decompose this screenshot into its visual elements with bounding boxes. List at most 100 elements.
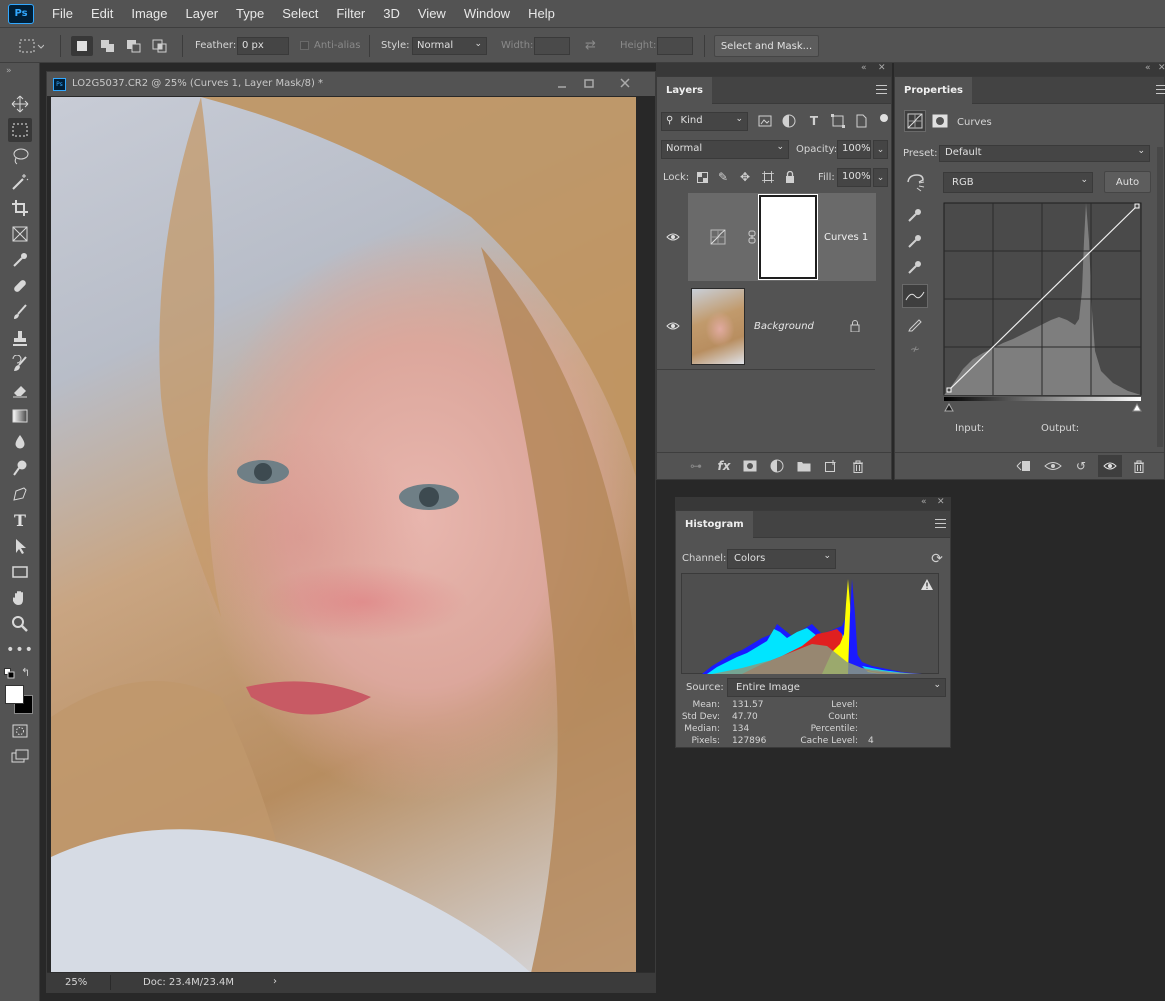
- clip-to-layer-icon[interactable]: [1013, 458, 1033, 474]
- collapse-toolbar-icon[interactable]: »: [6, 66, 12, 76]
- menu-file[interactable]: File: [43, 6, 82, 21]
- eye-icon[interactable]: [665, 319, 681, 333]
- layer-name[interactable]: Curves 1: [824, 232, 868, 243]
- style-select[interactable]: Normal ⌄: [412, 37, 487, 55]
- layer-row-background[interactable]: Background: [657, 282, 875, 370]
- height-input[interactable]: [657, 37, 693, 55]
- warning-icon[interactable]: [920, 578, 934, 591]
- smooth-curve-icon[interactable]: ≁: [905, 339, 925, 359]
- screen-mode-icon[interactable]: [8, 745, 32, 769]
- reset-icon[interactable]: ↺: [1071, 458, 1091, 474]
- layer-row-curves[interactable]: Curves 1: [657, 193, 876, 281]
- path-selection-tool-icon[interactable]: [8, 534, 32, 558]
- swap-width-height-icon[interactable]: ⇄: [585, 38, 603, 54]
- gradient-tool-icon[interactable]: [8, 404, 32, 428]
- pen-tool-icon[interactable]: [8, 482, 32, 506]
- refresh-icon[interactable]: ⟳: [928, 550, 946, 568]
- panel-menu-icon[interactable]: [935, 519, 946, 528]
- image-canvas[interactable]: [51, 97, 636, 973]
- magic-wand-tool-icon[interactable]: [8, 170, 32, 194]
- pencil-icon[interactable]: [905, 314, 925, 334]
- close-panel-icon[interactable]: ✕: [878, 63, 886, 73]
- type-layer-filter-icon[interactable]: T: [806, 113, 822, 129]
- view-previous-state-icon[interactable]: [1043, 458, 1063, 474]
- document-title-bar[interactable]: Ps LO2G5037.CR2 @ 25% (Curves 1, Layer M…: [47, 72, 655, 96]
- eyedropper-tool-icon[interactable]: [8, 248, 32, 272]
- edit-points-icon[interactable]: [902, 284, 928, 308]
- menu-image[interactable]: Image: [122, 6, 176, 21]
- properties-scrollbar[interactable]: [1157, 147, 1163, 447]
- fx-icon[interactable]: fx: [715, 458, 733, 474]
- channel-select[interactable]: RGB ⌄: [943, 172, 1093, 193]
- menu-layer[interactable]: Layer: [177, 6, 228, 21]
- select-and-mask-button[interactable]: Select and Mask...: [714, 35, 819, 57]
- sample-gray-eyedropper-icon[interactable]: [905, 231, 925, 251]
- histogram-source-select[interactable]: Entire Image ⌄: [727, 678, 946, 697]
- toggle-visibility-icon[interactable]: [1098, 455, 1122, 477]
- new-adjustment-layer-icon[interactable]: [768, 458, 786, 474]
- mask-link-icon[interactable]: [746, 229, 758, 245]
- collapse-panel-icon[interactable]: «: [921, 497, 927, 507]
- hand-tool-icon[interactable]: [8, 586, 32, 610]
- new-selection-icon[interactable]: [71, 36, 93, 56]
- minimize-icon[interactable]: [555, 77, 569, 91]
- adjustment-layer-filter-icon[interactable]: [781, 113, 797, 129]
- dodge-tool-icon[interactable]: [8, 456, 32, 480]
- blur-tool-icon[interactable]: [8, 430, 32, 454]
- menu-filter[interactable]: Filter: [327, 6, 374, 21]
- rectangle-tool-icon[interactable]: [8, 560, 32, 584]
- marquee-preset-picker[interactable]: [18, 37, 44, 55]
- width-input[interactable]: [534, 37, 570, 55]
- zoom-tool-icon[interactable]: [8, 612, 32, 636]
- intersect-selection-icon[interactable]: [149, 36, 171, 56]
- trash-icon[interactable]: [849, 458, 867, 474]
- sample-white-eyedropper-icon[interactable]: [905, 257, 925, 277]
- lock-position-icon[interactable]: ✥: [738, 169, 752, 185]
- opacity-dropdown-icon[interactable]: ⌄: [873, 140, 888, 159]
- lock-artboard-icon[interactable]: [761, 169, 775, 185]
- history-brush-tool-icon[interactable]: [8, 352, 32, 376]
- eye-icon[interactable]: [665, 230, 681, 244]
- adjustment-properties-icon[interactable]: [904, 110, 926, 132]
- crop-tool-icon[interactable]: [8, 196, 32, 220]
- chevron-right-icon[interactable]: ›: [273, 976, 277, 987]
- lock-image-pixels-icon[interactable]: ✎: [716, 169, 730, 185]
- histogram-channel-select[interactable]: Colors ⌄: [727, 549, 836, 569]
- move-tool-icon[interactable]: [8, 92, 32, 116]
- frame-tool-icon[interactable]: [8, 222, 32, 246]
- curves-graph[interactable]: [943, 201, 1145, 415]
- background-thumbnail[interactable]: [691, 288, 745, 365]
- menu-select[interactable]: Select: [273, 6, 327, 21]
- healing-brush-tool-icon[interactable]: [8, 274, 32, 298]
- anti-alias-checkbox[interactable]: [300, 41, 309, 50]
- layer-filter-select[interactable]: ⚲ Kind ⌄: [661, 112, 748, 131]
- close-panel-icon[interactable]: ✕: [937, 497, 945, 507]
- target-adjustment-icon[interactable]: [905, 171, 927, 193]
- brush-tool-icon[interactable]: [8, 300, 32, 324]
- clone-stamp-tool-icon[interactable]: [8, 326, 32, 350]
- eraser-tool-icon[interactable]: [8, 378, 32, 402]
- panel-menu-icon[interactable]: [1156, 85, 1165, 94]
- pixel-layer-filter-icon[interactable]: [757, 113, 773, 129]
- menu-edit[interactable]: Edit: [82, 6, 122, 21]
- new-group-icon[interactable]: [795, 458, 813, 474]
- more-tools-icon[interactable]: •••: [6, 638, 33, 662]
- layer-mask-thumbnail[interactable]: [758, 194, 818, 280]
- zoom-level[interactable]: 25%: [65, 977, 87, 988]
- default-colors-icon[interactable]: [4, 668, 15, 679]
- lock-transparent-pixels-icon[interactable]: [695, 169, 709, 185]
- add-to-selection-icon[interactable]: [97, 36, 119, 56]
- menu-3d[interactable]: 3D: [374, 6, 409, 21]
- menu-view[interactable]: View: [409, 6, 455, 21]
- histogram-tab[interactable]: Histogram: [676, 511, 753, 538]
- auto-button[interactable]: Auto: [1104, 171, 1151, 193]
- filter-toggle-icon[interactable]: [880, 114, 888, 122]
- fill-dropdown-icon[interactable]: ⌄: [873, 168, 888, 187]
- link-layers-icon[interactable]: ⊶: [687, 458, 705, 474]
- new-layer-icon[interactable]: [822, 458, 840, 474]
- subtract-from-selection-icon[interactable]: [123, 36, 145, 56]
- menu-window[interactable]: Window: [455, 6, 519, 21]
- blend-mode-select[interactable]: Normal ⌄: [661, 140, 789, 159]
- rectangular-marquee-tool-icon[interactable]: [8, 118, 32, 142]
- mask-properties-icon[interactable]: [932, 114, 948, 128]
